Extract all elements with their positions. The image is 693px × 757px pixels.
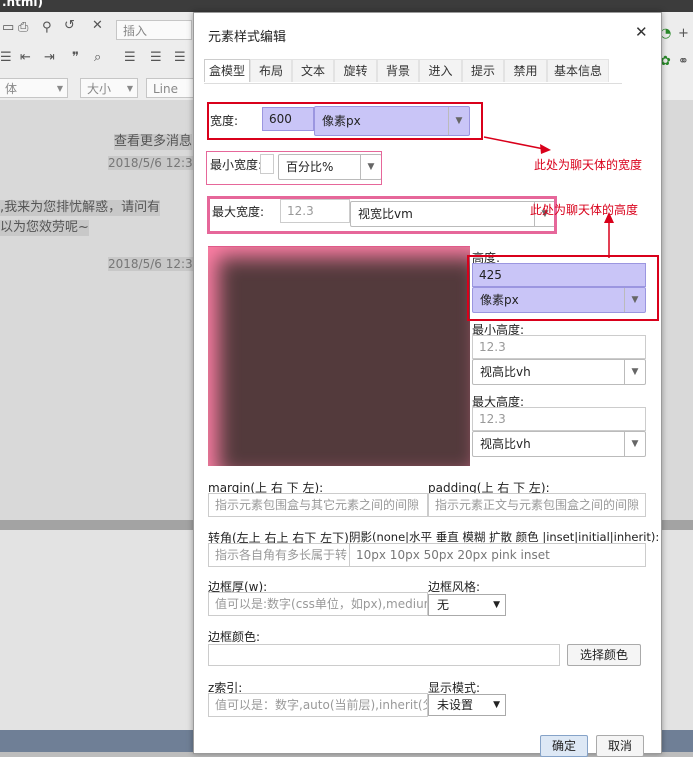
arrow-line — [483, 136, 545, 150]
height-annotation: 此处为聊天体的高度 — [530, 203, 639, 217]
arrow-head — [540, 144, 551, 154]
annotation-arrows — [483, 136, 614, 258]
width-annotation: 此处为聊天体的宽度 — [534, 158, 643, 172]
